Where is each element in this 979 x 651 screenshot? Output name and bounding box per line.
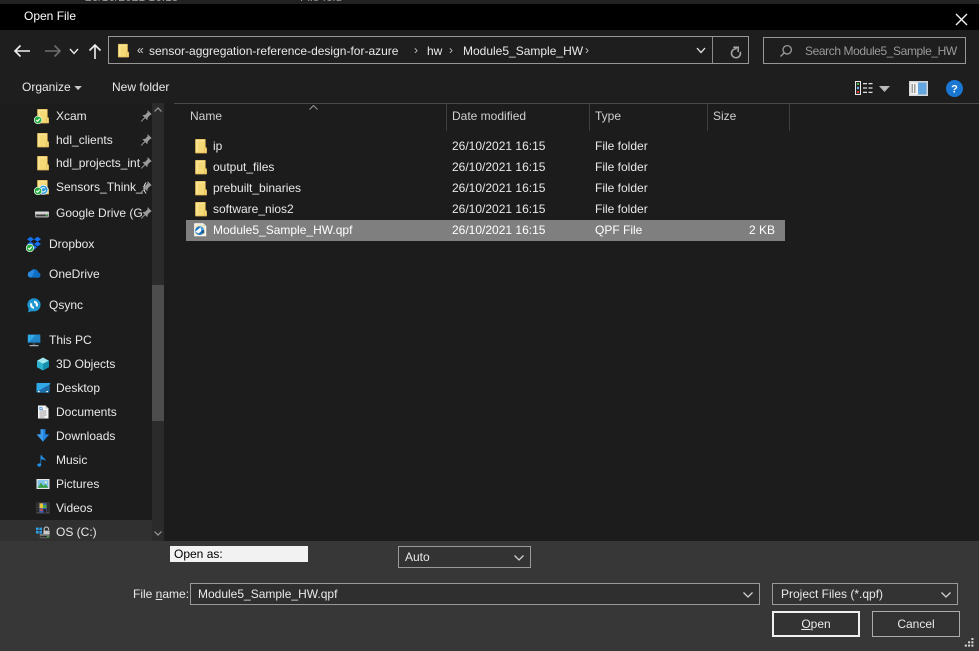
- svg-text:?: ?: [951, 84, 958, 96]
